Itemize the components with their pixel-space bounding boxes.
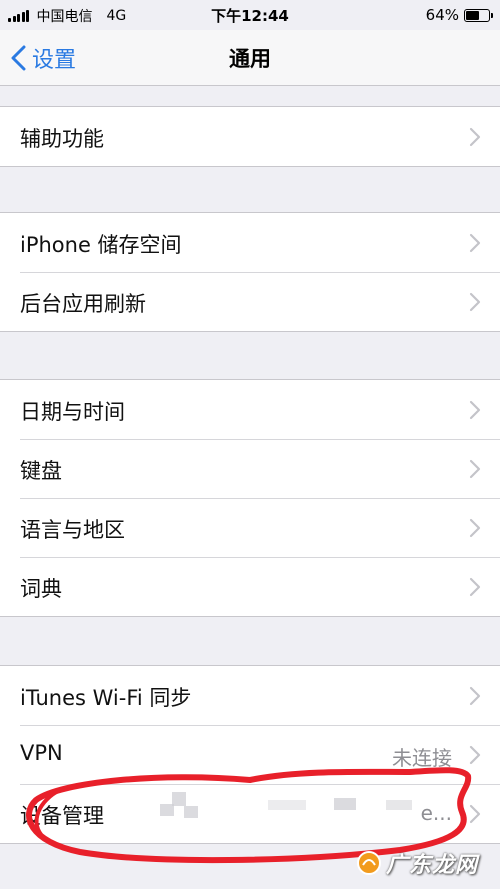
chevron-right-icon xyxy=(469,292,481,312)
settings-row-language-region[interactable]: 语言与地区 xyxy=(0,498,500,557)
chevron-right-icon xyxy=(469,459,481,479)
settings-row-itunes-wifi-sync[interactable]: iTunes Wi-Fi 同步 xyxy=(0,666,500,725)
watermark-text: 广东龙网 xyxy=(385,853,478,878)
settings-row-vpn[interactable]: VPN 未连接 xyxy=(0,725,500,784)
row-label: 后台应用刷新 xyxy=(20,292,146,316)
chevron-right-icon xyxy=(469,686,481,706)
settings-row-background-app-refresh[interactable]: 后台应用刷新 xyxy=(0,272,500,331)
redaction-blur xyxy=(184,806,198,818)
chevron-right-icon xyxy=(469,745,481,765)
settings-row-date-time[interactable]: 日期与时间 xyxy=(0,380,500,439)
redaction-blur xyxy=(172,792,186,806)
row-label: 辅助功能 xyxy=(20,127,104,151)
settings-group-accessibility: 辅助功能 xyxy=(0,106,500,167)
battery-tip xyxy=(491,12,493,18)
battery-fill xyxy=(466,10,479,20)
status-right: 64% xyxy=(425,6,493,24)
device-management-value: e... xyxy=(420,801,452,825)
row-label: 日期与时间 xyxy=(20,400,125,424)
redaction-blur xyxy=(334,798,356,810)
row-label: iTunes Wi-Fi 同步 xyxy=(20,686,192,710)
row-label: VPN xyxy=(20,741,63,765)
battery-icon xyxy=(464,8,493,22)
watermark: 广东龙网 xyxy=(356,847,478,879)
settings-row-accessibility[interactable]: 辅助功能 xyxy=(0,107,500,166)
chevron-right-icon xyxy=(469,804,481,824)
row-label: iPhone 储存空间 xyxy=(20,233,182,257)
settings-group-storage: iPhone 储存空间 后台应用刷新 xyxy=(0,212,500,332)
redaction-blur xyxy=(386,800,412,810)
redaction-blur xyxy=(268,800,306,810)
settings-group-locale: 日期与时间 键盘 语言与地区 词典 xyxy=(0,379,500,617)
row-label: 设备管理 xyxy=(20,804,104,828)
battery-percent: 64% xyxy=(425,6,459,24)
chevron-right-icon xyxy=(469,400,481,420)
page-title: 通用 xyxy=(229,47,271,71)
navigation-bar: 设置 通用 xyxy=(0,30,500,86)
row-label: 语言与地区 xyxy=(20,518,125,542)
vpn-status-value: 未连接 xyxy=(392,746,452,770)
chevron-right-icon xyxy=(469,577,481,597)
status-bar: 中国电信 4G 下午12:44 64% xyxy=(0,0,500,30)
chevron-right-icon xyxy=(469,127,481,147)
row-label: 词典 xyxy=(20,577,62,601)
settings-row-device-management[interactable]: 设备管理 e... xyxy=(0,784,500,843)
settings-row-dictionary[interactable]: 词典 xyxy=(0,557,500,616)
settings-row-iphone-storage[interactable]: iPhone 储存空间 xyxy=(0,213,500,272)
settings-row-keyboard[interactable]: 键盘 xyxy=(0,439,500,498)
row-label: 键盘 xyxy=(20,459,62,483)
chevron-right-icon xyxy=(469,518,481,538)
watermark-logo-icon xyxy=(356,851,381,875)
chevron-right-icon xyxy=(469,233,481,253)
settings-group-network: iTunes Wi-Fi 同步 VPN 未连接 设备管理 e... xyxy=(0,665,500,844)
